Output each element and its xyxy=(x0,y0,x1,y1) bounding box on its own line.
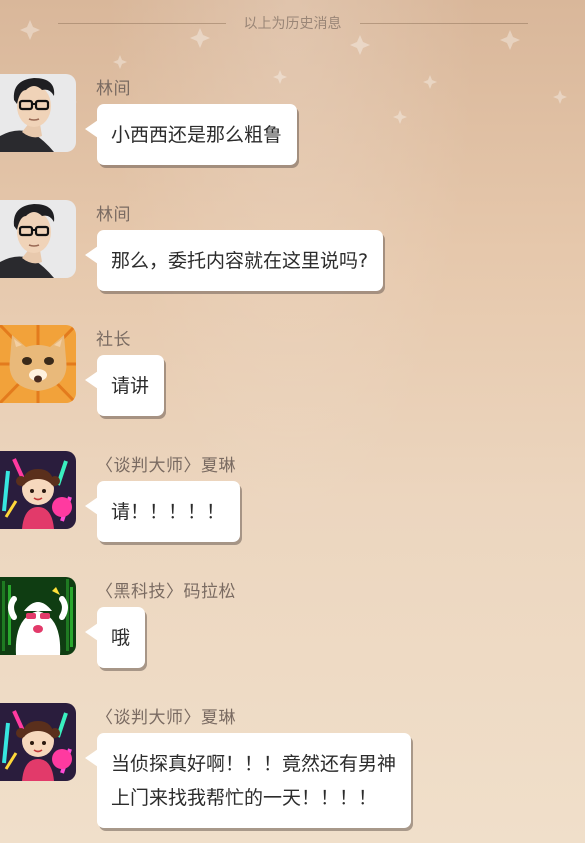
message-bubble[interactable]: 小西西还是那么粗鲁 xyxy=(84,104,298,165)
message-text: 哦 xyxy=(111,627,131,649)
message-text-line: 当侦探真好啊！！！竟然还有男神 xyxy=(111,753,397,775)
message-bubble[interactable]: 那么，委托内容就在这里说吗? xyxy=(84,230,384,291)
sender-name: 林间 xyxy=(96,205,131,225)
sender-name: 〈谈判大师〉夏琳 xyxy=(96,708,236,728)
cartoon-girl-avatar[interactable] xyxy=(0,451,76,529)
message-text: 小西西还是那么粗鲁 xyxy=(111,124,283,146)
young-man-glasses-avatar[interactable] xyxy=(0,200,76,278)
message-text: 请讲 xyxy=(111,375,150,397)
history-divider-text: 以上为历史消息 xyxy=(243,16,342,32)
history-divider: 以上为历史消息 xyxy=(0,10,585,36)
sender-name: 林间 xyxy=(96,79,131,99)
young-man-glasses-avatar[interactable] xyxy=(0,74,76,152)
cat-avatar[interactable] xyxy=(0,325,76,403)
message-text: 请！！！！！ xyxy=(111,501,226,523)
chat-message: 〈谈判大师〉夏琳 请！！！！！ xyxy=(0,451,585,551)
message-bubble[interactable]: 哦 xyxy=(84,607,146,668)
cartoon-ghost-avatar[interactable] xyxy=(0,577,76,655)
divider-line-right xyxy=(359,22,528,24)
sender-name: 〈黑科技〉码拉松 xyxy=(96,582,236,602)
message-bubble[interactable]: 请！！！！！ xyxy=(84,481,241,542)
message-bubble[interactable]: 当侦探真好啊！！！竟然还有男神 上门来找我帮忙的一天！！！！ xyxy=(84,733,412,828)
divider-line-left xyxy=(57,22,226,24)
sender-name: 社长 xyxy=(96,330,131,350)
chat-message: 林间 那么，委托内容就在这里说吗? xyxy=(0,200,585,300)
message-text: 那么，委托内容就在这里说吗? xyxy=(111,250,369,272)
sender-name: 〈谈判大师〉夏琳 xyxy=(96,456,236,476)
chat-message: 社长 请讲 xyxy=(0,325,585,425)
message-text-line: 上门来找我帮忙的一天！！！！ xyxy=(111,787,378,809)
chat-message: 〈黑科技〉码拉松 哦 xyxy=(0,577,585,677)
message-bubble[interactable]: 请讲 xyxy=(84,355,165,416)
chat-message: 林间 小西西还是那么粗鲁 xyxy=(0,74,585,174)
chat-message: 〈谈判大师〉夏琳 当侦探真好啊！！！竟然还有男神 上门来找我帮忙的一天！！！！ xyxy=(0,703,585,833)
cartoon-girl-avatar[interactable] xyxy=(0,703,76,781)
